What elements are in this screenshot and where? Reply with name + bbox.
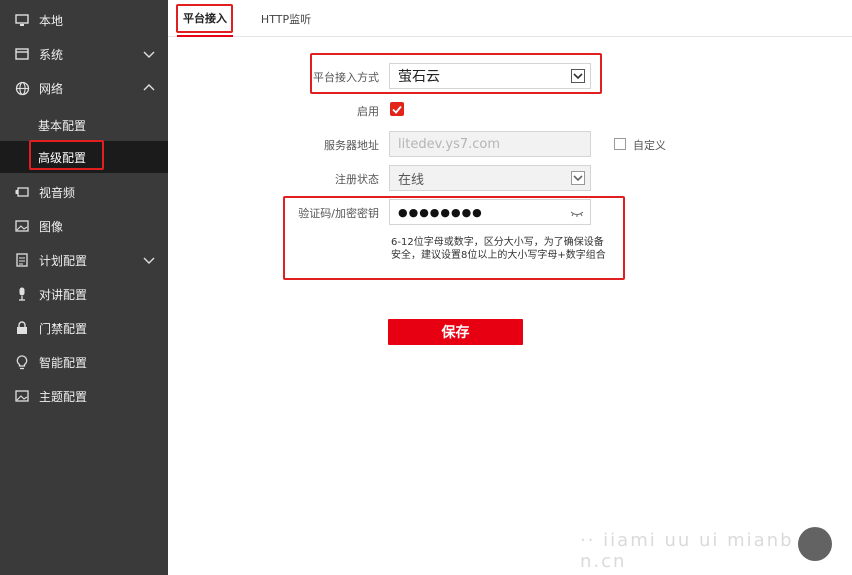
sidebar-item-access-control[interactable]: 门禁配置	[0, 311, 168, 345]
sidebar-item-label: 图像	[39, 219, 64, 234]
sidebar-subitem-label: 高级配置	[38, 150, 87, 165]
monitor-icon	[14, 12, 30, 28]
sidebar-item-smart[interactable]: 智能配置	[0, 345, 168, 379]
chevron-down-icon[interactable]	[571, 69, 585, 83]
register-status-value: 在线	[398, 172, 425, 188]
register-status-select[interactable]: 在线	[389, 165, 591, 191]
sidebar-item-label: 系统	[39, 47, 64, 62]
access-mode-select[interactable]: 萤石云	[389, 63, 591, 89]
custom-label: 自定义	[633, 139, 666, 152]
verification-code-value: ●●●●●●●●	[398, 205, 483, 219]
access-mode-value: 萤石云	[398, 69, 440, 85]
sidebar-item-network[interactable]: 网络	[0, 71, 168, 105]
chevron-up-icon[interactable]	[143, 82, 155, 94]
sidebar-item-video-audio[interactable]: 视音频	[0, 175, 168, 209]
server-address-value: litedev.ys7.com	[398, 136, 501, 152]
eye-closed-icon[interactable]	[570, 207, 584, 222]
sidebar-item-theme[interactable]: 主题配置	[0, 379, 168, 413]
watermark: ·· iiami uu ui mianb n.cn	[580, 530, 794, 572]
sidebar-item-intercom[interactable]: 对讲配置	[0, 277, 168, 311]
lock-icon	[14, 320, 30, 336]
sidebar-item-label: 门禁配置	[39, 321, 88, 336]
sidebar-item-schedule[interactable]: 计划配置	[0, 243, 168, 277]
sidebar-item-label: 对讲配置	[39, 287, 88, 302]
verification-code-label: 验证码/加密密钥	[298, 207, 379, 220]
sidebar-item-label: 计划配置	[39, 253, 88, 268]
verification-code-input[interactable]: ●●●●●●●●	[389, 199, 591, 225]
theme-icon	[14, 388, 30, 404]
access-mode-label: 平台接入方式	[313, 71, 379, 84]
sidebar-item-label: 本地	[39, 13, 64, 28]
bulb-icon	[14, 354, 30, 370]
watermark-logo	[798, 527, 832, 561]
sidebar-item-label: 视音频	[39, 185, 76, 200]
password-hint: 6-12位字母或数字，区分大小写，为了确保设备安全，建议设置8位以上的大小写字母…	[391, 237, 606, 261]
sidebar-item-image[interactable]: 图像	[0, 209, 168, 243]
tab-bar: 平台接入 HTTP监听	[168, 0, 852, 37]
sidebar-subitem-basic-config[interactable]: 基本配置	[0, 109, 168, 141]
globe-icon	[14, 80, 30, 96]
sidebar-item-label: 网络	[39, 81, 64, 96]
custom-checkbox[interactable]	[614, 138, 626, 150]
chevron-down-icon[interactable]	[143, 48, 155, 60]
sidebar: 本地 系统 网络 基本配置 高级配置 视音频 图像 计划配置 对讲配置 门禁配置…	[0, 0, 168, 575]
server-address-label: 服务器地址	[324, 139, 379, 152]
chevron-down-icon[interactable]	[143, 254, 155, 266]
check-icon	[392, 105, 402, 114]
image-icon	[14, 218, 30, 234]
sidebar-item-system[interactable]: 系统	[0, 37, 168, 71]
sidebar-item-label: 智能配置	[39, 355, 88, 370]
sidebar-subitem-label: 基本配置	[38, 118, 87, 133]
chevron-down-icon[interactable]	[571, 171, 585, 185]
server-address-input[interactable]: litedev.ys7.com	[389, 131, 591, 157]
enable-label: 启用	[357, 105, 379, 118]
register-status-label: 注册状态	[335, 173, 379, 186]
sidebar-item-local[interactable]: 本地	[0, 3, 168, 37]
microphone-icon	[14, 286, 30, 302]
camera-icon	[14, 184, 30, 200]
tab-http-listen[interactable]: HTTP监听	[248, 0, 324, 37]
sidebar-subitem-advanced-config[interactable]: 高级配置	[0, 141, 168, 173]
save-button[interactable]: 保存	[388, 319, 523, 345]
enable-checkbox[interactable]	[390, 102, 404, 116]
sidebar-item-label: 主题配置	[39, 389, 88, 404]
tab-platform-access[interactable]: 平台接入	[177, 0, 233, 37]
system-icon	[14, 46, 30, 62]
schedule-icon	[14, 252, 30, 268]
